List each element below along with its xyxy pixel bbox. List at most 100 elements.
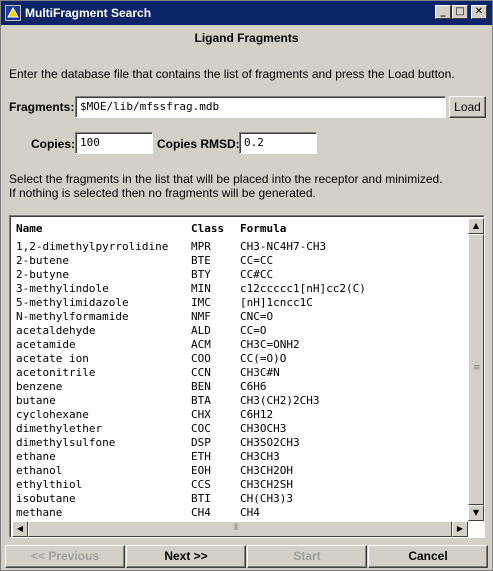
- cell-class: IMC: [191, 296, 211, 309]
- cell-formula: C6H6: [240, 380, 267, 393]
- cell-class: ETH: [191, 450, 211, 463]
- cell-class: BTI: [191, 492, 211, 505]
- table-row[interactable]: acetamide ACM CH3C=ONH2: [12, 338, 469, 352]
- column-header-formula: Formula: [240, 222, 287, 235]
- cell-name: 3-methylindole: [16, 282, 109, 295]
- table-row[interactable]: isobutane BTI CH(CH3)3: [12, 492, 469, 506]
- copies-label: Copies:: [31, 137, 76, 151]
- table-row[interactable]: acetonitrile CCN CH3C#N: [12, 366, 469, 380]
- instructions-text: Enter the database file that contains th…: [9, 67, 455, 81]
- load-button[interactable]: Load: [449, 96, 486, 118]
- cell-name: ethylthiol: [16, 478, 83, 491]
- next-button[interactable]: Next >>: [126, 545, 246, 568]
- horizontal-scrollbar[interactable]: ◀ ⦀ ▶: [12, 521, 468, 537]
- cell-name: acetonitrile: [16, 366, 96, 379]
- table-row[interactable]: dimethylether COC CH3OCH3: [12, 422, 469, 436]
- cell-name: dimethylsulfone: [16, 436, 116, 449]
- cell-class: EOH: [191, 464, 211, 477]
- copies-rmsd-input[interactable]: 0.2: [239, 132, 317, 154]
- close-button[interactable]: ✕: [471, 5, 487, 19]
- cell-class: MPR: [191, 240, 211, 253]
- cell-name: N-methylformamide: [16, 310, 129, 323]
- title-bar[interactable]: MultiFragment Search _ □ ✕: [1, 1, 492, 25]
- cell-name: 2-butene: [16, 254, 69, 267]
- cell-formula: CC=O: [240, 324, 267, 337]
- table-row[interactable]: 2-butyne BTY CC#CC: [12, 268, 469, 282]
- table-row[interactable]: dimethylsulfone DSP CH3SO2CH3: [12, 436, 469, 450]
- cell-class: NMF: [191, 310, 211, 323]
- table-row[interactable]: 5-methylimidazole IMC [nH]1cncc1C: [12, 296, 469, 310]
- cell-name: dimethylether: [16, 422, 103, 435]
- cell-formula: CH(CH3)3: [240, 492, 293, 505]
- cell-formula: CH3C=ONH2: [240, 338, 300, 351]
- cell-formula: CC#CC: [240, 268, 274, 281]
- column-header-class: Class: [191, 222, 225, 235]
- maximize-button[interactable]: □: [452, 5, 468, 19]
- table-row[interactable]: butane BTA CH3(CH2)2CH3: [12, 394, 469, 408]
- fragments-label: Fragments:: [9, 100, 75, 114]
- cell-name: 1,2-dimethylpyrrolidine: [16, 240, 169, 253]
- table-row[interactable]: ethanol EOH CH3CH2OH: [12, 464, 469, 478]
- cell-formula: c12ccccc1[nH]cc2(C): [240, 282, 366, 295]
- cell-name: 2-butyne: [16, 268, 69, 281]
- horizontal-grip-icon: ⦀: [234, 523, 238, 533]
- cell-class: BEN: [191, 380, 211, 393]
- table-row[interactable]: 1,2-dimethylpyrrolidine MPR CH3-NC4H7-CH3: [12, 240, 469, 254]
- table-row[interactable]: ethane ETH CH3CH3: [12, 450, 469, 464]
- scroll-down-arrow-icon[interactable]: ▼: [468, 505, 484, 521]
- fragment-list[interactable]: Name Class Formula 1,2-dimethylpyrrolidi…: [9, 215, 485, 538]
- cell-name: butane: [16, 394, 56, 407]
- cell-class: CCN: [191, 366, 211, 379]
- cell-name: cyclohexane: [16, 408, 89, 421]
- cell-name: methane: [16, 506, 63, 519]
- cell-class: BTY: [191, 268, 211, 281]
- cell-name: ethanol: [16, 464, 63, 477]
- table-row[interactable]: acetaldehyde ALD CC=O: [12, 324, 469, 338]
- table-row[interactable]: acetate ion COO CC(=O)O: [12, 352, 469, 366]
- table-header: Name Class Formula: [12, 218, 469, 240]
- cell-name: acetate ion: [16, 352, 89, 365]
- column-header-name: Name: [16, 222, 43, 235]
- cell-class: ALD: [191, 324, 211, 337]
- scroll-right-arrow-icon[interactable]: ▶: [452, 521, 468, 537]
- scroll-left-arrow-icon[interactable]: ◀: [12, 521, 28, 537]
- cell-name: 5-methylimidazole: [16, 296, 129, 309]
- select-note-line1: Select the fragments in the list that wi…: [9, 172, 443, 186]
- cell-name: acetamide: [16, 338, 76, 351]
- table-row[interactable]: 3-methylindole MIN c12ccccc1[nH]cc2(C): [12, 282, 469, 296]
- cell-formula: [nH]1cncc1C: [240, 296, 313, 309]
- cell-name: acetaldehyde: [16, 324, 96, 337]
- table-row[interactable]: N-methylformamide NMF CNC=O: [12, 310, 469, 324]
- start-button[interactable]: Start: [247, 545, 367, 568]
- table-row[interactable]: cyclohexane CHX C6H12: [12, 408, 469, 422]
- copies-input[interactable]: 100: [75, 132, 153, 154]
- cell-formula: CH4: [240, 506, 260, 519]
- cell-formula: C6H12: [240, 408, 274, 421]
- scroll-up-arrow-icon[interactable]: ▲: [468, 218, 484, 234]
- table-row[interactable]: ethylthiol CCS CH3CH2SH: [12, 478, 469, 492]
- table-row[interactable]: methane CH4 CH4: [12, 506, 469, 520]
- vertical-grip-icon: ≡: [473, 363, 481, 373]
- vertical-scroll-thumb[interactable]: ≡: [468, 234, 484, 505]
- cell-name: benzene: [16, 380, 63, 393]
- app-icon: [5, 5, 21, 21]
- cell-class: BTE: [191, 254, 211, 267]
- horizontal-scroll-thumb[interactable]: ⦀: [28, 521, 452, 537]
- cancel-button[interactable]: Cancel: [368, 545, 488, 568]
- minimize-button[interactable]: _: [435, 5, 451, 19]
- cell-class: MIN: [191, 282, 211, 295]
- cell-formula: CNC=O: [240, 310, 274, 323]
- multifragment-search-window: MultiFragment Search _ □ ✕ Ligand Fragme…: [0, 0, 493, 571]
- cell-formula: CH3CH2OH: [240, 464, 293, 477]
- fragment-table: Name Class Formula 1,2-dimethylpyrrolidi…: [12, 218, 469, 520]
- table-row[interactable]: 2-butene BTE CC=CC: [12, 254, 469, 268]
- cell-formula: CH3(CH2)2CH3: [240, 394, 320, 407]
- vertical-scrollbar[interactable]: ▲ ≡ ▼: [468, 218, 484, 521]
- cell-formula: CH3-NC4H7-CH3: [240, 240, 327, 253]
- select-note-line2: If nothing is selected then no fragments…: [9, 186, 316, 200]
- table-row[interactable]: benzene BEN C6H6: [12, 380, 469, 394]
- previous-button[interactable]: << Previous: [5, 545, 125, 568]
- fragments-file-input[interactable]: $MOE/lib/mfssfrag.mdb: [75, 96, 446, 118]
- copies-rmsd-label: Copies RMSD:: [157, 137, 240, 151]
- cell-class: CHX: [191, 408, 211, 421]
